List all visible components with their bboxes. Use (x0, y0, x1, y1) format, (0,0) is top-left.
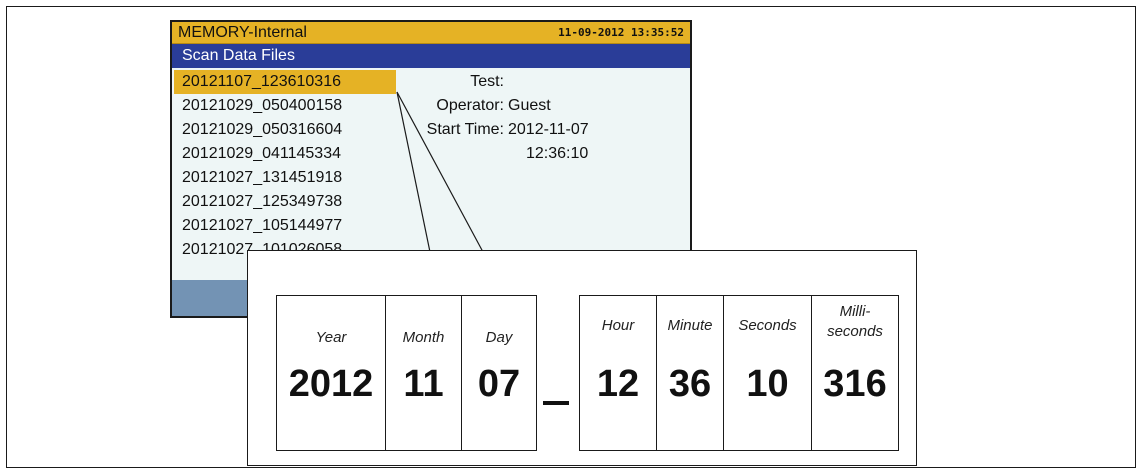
clock-datetime: 11-09-2012 13:35:52 (558, 26, 684, 39)
start-date-value: 2012-11-07 (508, 121, 589, 138)
detail-row-test: Test: (406, 70, 690, 94)
hour-cell: Hour 12 (579, 295, 657, 451)
screen-title: MEMORY-Internal (178, 24, 307, 41)
section-title: Scan Data Files (182, 47, 295, 64)
file-item[interactable]: 20121029_050400158 (172, 94, 408, 118)
seconds-value: 10 (746, 363, 789, 405)
file-item-selected[interactable]: 20121107_123610316 (174, 70, 396, 94)
hour-value: 12 (596, 363, 640, 405)
minute-label: Minute (667, 317, 713, 334)
separator-underscore (543, 401, 569, 405)
seconds-cell: Seconds 10 (723, 295, 812, 451)
minute-value: 36 (668, 363, 712, 405)
milliseconds-cell: Milli- seconds 316 (811, 295, 899, 451)
file-list: 20121107_123610316 20121029_050400158 20… (172, 70, 408, 262)
section-header: Scan Data Files (172, 44, 690, 68)
start-time-value: 12:36:10 (526, 145, 589, 162)
file-item[interactable]: 20121027_125349738 (172, 190, 408, 214)
file-item[interactable]: 20121029_050316604 (172, 118, 408, 142)
start-time-label: Start Time: (426, 121, 504, 138)
seconds-label: Seconds (738, 317, 797, 334)
filename-breakdown-callout: Year 2012 Month 11 Day 07 Hour 12 Minute… (247, 250, 917, 466)
month-cell: Month 11 (385, 295, 462, 451)
file-item[interactable]: 20121027_131451918 (172, 166, 408, 190)
month-value: 11 (403, 363, 444, 405)
minute-cell: Minute 36 (656, 295, 724, 451)
month-label: Month (402, 329, 445, 346)
operator-value: Guest (508, 97, 551, 114)
operator-label: Operator: (436, 97, 504, 114)
test-label: Test: (470, 73, 504, 90)
detail-row-operator: Operator: Guest (406, 94, 690, 118)
file-item[interactable]: 20121029_041145334 (172, 142, 408, 166)
title-bar: MEMORY-Internal 11-09-2012 13:35:52 (172, 22, 690, 44)
year-label: Year (315, 329, 347, 346)
milliseconds-value: 316 (823, 363, 887, 405)
hour-label: Hour (601, 317, 635, 334)
detail-row-start-clock: 12:36:10 (406, 142, 690, 166)
file-item[interactable]: 20121027_105144977 (172, 214, 408, 238)
year-value: 2012 (288, 363, 374, 405)
day-label: Day (485, 329, 513, 346)
milliseconds-label-line2: seconds (827, 323, 883, 340)
day-value: 07 (477, 363, 521, 405)
file-details: Test: Operator: Guest Start Time: 2012-1… (406, 70, 690, 166)
day-cell: Day 07 (461, 295, 537, 451)
detail-row-start-time: Start Time: 2012-11-07 (406, 118, 690, 142)
milliseconds-label-line1: Milli- (839, 303, 871, 320)
year-cell: Year 2012 (276, 295, 386, 451)
